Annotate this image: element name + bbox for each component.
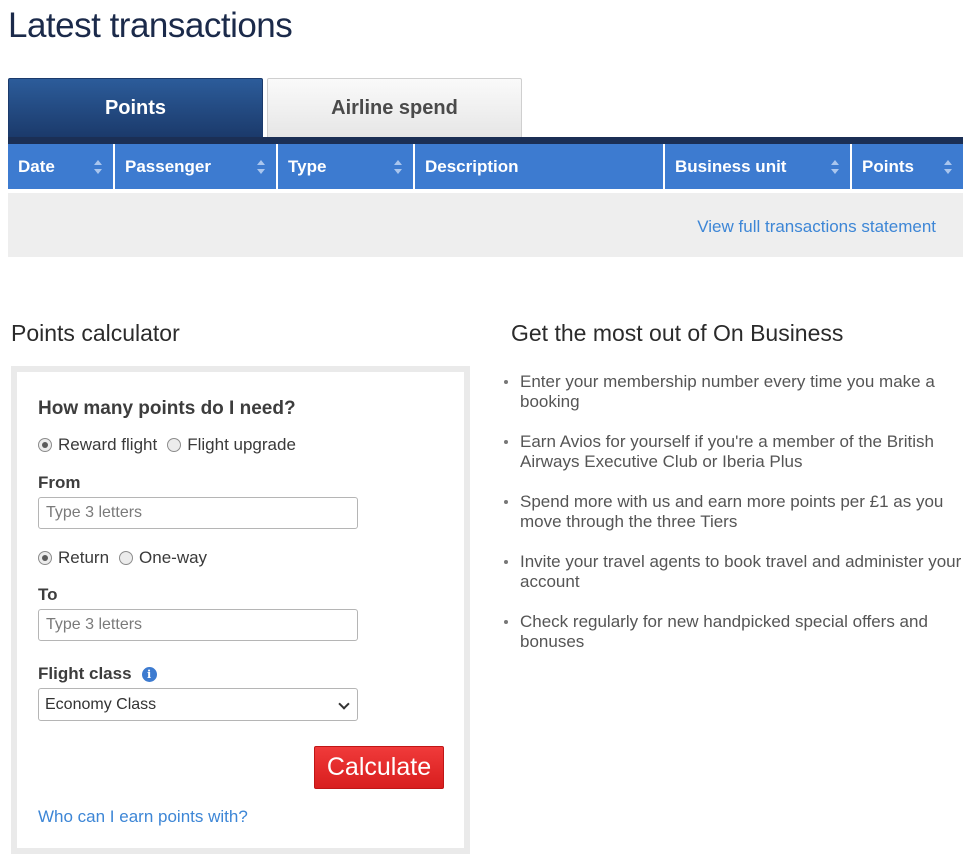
column-header-label: Passenger [125,156,211,176]
benefit-text: Check regularly for new handpicked speci… [520,612,928,651]
column-header-label: Business unit [675,156,787,176]
benefits-list: Enter your membership number every time … [501,372,963,672]
calculate-button[interactable]: Calculate [314,746,444,789]
chevron-down-icon [338,698,350,710]
one-way-label[interactable]: One-way [139,548,207,568]
points-calculator-title: Points calculator [11,320,180,346]
column-header-passenger[interactable]: Passenger [115,144,278,189]
tab-points[interactable]: Points [8,78,263,137]
column-header-date[interactable]: Date [8,144,115,189]
points-calculator-panel: How many points do I need? Reward flight… [11,366,470,854]
view-full-statement-link[interactable]: View full transactions statement [697,217,936,237]
sort-icon [944,159,953,174]
sort-icon [394,159,403,174]
benefit-text: Spend more with us and earn more points … [520,492,944,531]
benefit-text: Earn Avios for yourself if you're a memb… [520,432,934,471]
flight-upgrade-label[interactable]: Flight upgrade [187,435,296,455]
column-header-label: Date [18,156,55,176]
bullet-icon [504,560,508,564]
list-item: Enter your membership number every time … [501,372,963,412]
column-header-description: Description [415,144,665,189]
flight-class-select[interactable]: Economy Class [38,688,358,721]
transactions-table-header: Date Passenger Type Description Business… [8,144,963,189]
transactions-table-footer: View full transactions statement [8,189,963,257]
sort-icon [257,159,266,174]
benefits-title: Get the most out of On Business [511,320,844,346]
reward-flight-radio[interactable] [38,438,52,452]
column-header-business-unit[interactable]: Business unit [665,144,852,189]
return-radio[interactable] [38,551,52,565]
trip-kind-radio-group: Reward flight Flight upgrade [38,435,306,455]
bullet-icon [504,440,508,444]
one-way-radio[interactable] [119,551,134,565]
column-header-label: Points [862,156,914,176]
bullet-icon [504,380,508,384]
flight-class-selected-value: Economy Class [45,695,157,713]
page-title: Latest transactions [8,6,293,45]
column-header-points[interactable]: Points [852,144,963,189]
flight-class-label: Flight class [38,664,132,683]
info-icon[interactable]: i [141,667,157,682]
tab-strip-divider [8,137,963,144]
sort-icon [94,159,103,174]
reward-flight-label[interactable]: Reward flight [58,435,157,455]
column-header-label: Type [288,156,327,176]
list-item: Earn Avios for yourself if you're a memb… [501,432,963,472]
tab-airline-spend[interactable]: Airline spend [267,78,522,137]
benefit-text: Invite your travel agents to book travel… [520,552,962,591]
journey-radio-group: Return One-way [38,548,217,568]
list-item: Invite your travel agents to book travel… [501,552,963,592]
to-label: To [38,585,58,604]
flight-class-label-row: Flight class i [38,664,157,684]
transactions-tabs: Points Airline spend [8,78,963,137]
bullet-icon [504,620,508,624]
column-header-label: Description [425,156,519,176]
to-airport-input[interactable] [38,609,358,641]
flight-upgrade-radio[interactable] [167,438,182,452]
benefit-text: Enter your membership number every time … [520,372,935,411]
from-label: From [38,473,81,492]
calculator-question: How many points do I need? [38,398,296,419]
return-label[interactable]: Return [58,548,109,568]
from-airport-input[interactable] [38,497,358,529]
who-can-i-earn-points-with-link[interactable]: Who can I earn points with? [38,807,248,827]
list-item: Check regularly for new handpicked speci… [501,612,963,652]
column-header-type[interactable]: Type [278,144,415,189]
list-item: Spend more with us and earn more points … [501,492,963,532]
sort-icon [831,159,840,174]
bullet-icon [504,500,508,504]
